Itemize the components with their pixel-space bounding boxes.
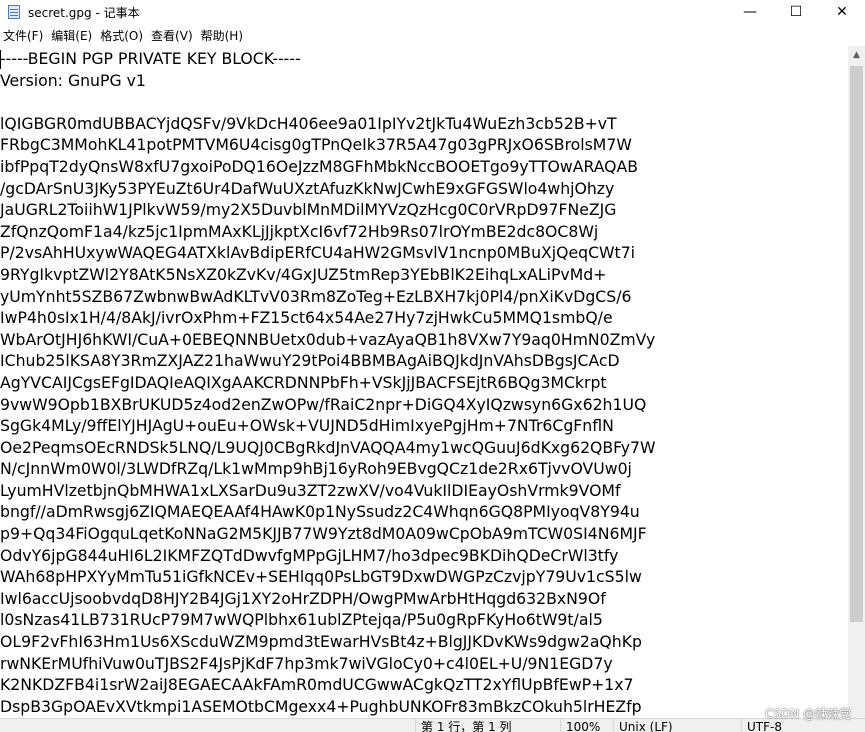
minimize-button[interactable]: —	[727, 0, 773, 24]
menu-bar: 文件(F) 编辑(E) 格式(O) 查看(V) 帮助(H)	[0, 24, 865, 46]
editor-line: OL9F2vFhI63Hm1Us6XScduWZM9pmd3tEwarHVsBt…	[0, 632, 642, 652]
menu-view[interactable]: 查看(V)	[148, 27, 196, 44]
text-editor[interactable]: -----BEGIN PGP PRIVATE KEY BLOCK----- Ver…	[0, 46, 848, 718]
editor-line: ZfQnzQomF1a4/kz5jc1IpmMAxKLjJjkptXcI6vf7…	[0, 221, 599, 241]
editor-line: WbArOtJHJ6hKWI/CuA+0EBEQNNBUetx0dub+vazA…	[0, 329, 656, 349]
editor-line: yUmYnht5SZB67ZwbnwBwAdKLTvV03Rm8ZoTeg+Ez…	[0, 286, 632, 306]
title-bar[interactable]: secret.gpg - 记事本 — ☐ ✕	[0, 0, 865, 24]
line-ending: Unix (LF)	[613, 719, 673, 732]
editor-line: -----BEGIN PGP PRIVATE KEY BLOCK-----	[0, 49, 301, 68]
editor-line: IChub25lKSA8Y3RmZXJAZ21haWwuY29tPoi4BBMB…	[0, 351, 620, 371]
editor-line: OdvY6jpG844uHI6L2IKMFZQTdDwvfgMPpGjLHM7/…	[0, 545, 619, 565]
menu-help[interactable]: 帮助(H)	[198, 27, 246, 44]
editor-line: LyumHVlzetbjnQbMHWA1xLXSarDu9u3ZT2zwXV/v…	[0, 480, 621, 500]
editor-line: 9RYgIkvptZWl2Y8AtK5NsXZ0kZvKv/4GxJUZ5tmR…	[0, 264, 607, 284]
editor-line: /gcDArSnU3JKy53PYEuZt6Ur4DafWuUXztAfuzKk…	[0, 178, 615, 198]
editor-line: K2NKDZFB4i1srW2aiJ8EGAECAAkFAmR0mdUCGwwA…	[0, 675, 634, 695]
text-caret	[0, 50, 1, 69]
editor-content[interactable]: -----BEGIN PGP PRIVATE KEY BLOCK----- Ver…	[0, 46, 848, 717]
zoom-level: 100%	[560, 719, 600, 732]
status-bar: 第 1 行，第 1 列 100% Unix (LF) UTF-8	[0, 718, 865, 732]
editor-line: bngf//aDmRwsgj6ZIQMAEQEAAf4HAwK0p1NySsud…	[0, 502, 640, 522]
close-button[interactable]: ✕	[819, 0, 865, 24]
editor-line: JaUGRL2ToiihW1JPlkvW59/my2X5DuvblMnMDilM…	[0, 200, 617, 220]
editor-line: lQIGBGR0mdUBBACYjdQSFv/9VkDcH406ee9a01Ip…	[0, 113, 617, 133]
vertical-scrollbar[interactable]: ▲	[848, 46, 865, 718]
editor-line: Oe2PeqmsOEcRNDSk5LNQ/L9UQJ0CBgRkdJnVAQQA…	[0, 437, 656, 457]
editor-line: Iwl6accUjsoobvdqD8HJY2B4JGj1XY2oHrZDPH/O…	[0, 588, 606, 608]
editor-line: 9vwW9Opb1BXBrUKUD5z4od2enZwOPw/fRaiC2npr…	[0, 394, 647, 414]
menu-file[interactable]: 文件(F)	[0, 27, 46, 44]
editor-line: WAh68pHPXYyMmTu51iGfkNCEv+SEHlqq0PsLbGT9…	[0, 567, 642, 587]
editor-line: DspB3GpOAEvXVtkmpi1ASEMOtbCMgexx4+PughbU…	[0, 696, 642, 716]
editor-line: IwP4h0sIx1H/4/8AkJ/ivrOxPhm+FZ15ct64x54A…	[0, 308, 613, 328]
notepad-icon	[6, 4, 22, 20]
editor-line: N/cJnnWm0W0l/3LWDfRZq/Lk1wMmp9hBj16yRoh9…	[0, 459, 632, 479]
scroll-up-icon[interactable]: ▲	[848, 46, 865, 63]
editor-line: p9+Qq34FiOgquLqetKoNNaG2M5KJJB77W9Yzt8dM…	[0, 524, 647, 544]
editor-line: rwNKErMUfhiVuw0uTJBS2F4JsPjKdF7hp3mk7wiV…	[0, 653, 613, 673]
cursor-position: 第 1 行，第 1 列	[415, 719, 512, 732]
window-controls: — ☐ ✕	[727, 0, 865, 24]
editor-line: SgGk4MLy/9ffElYJHJAgU+ouEu+OWsk+VUJND5dH…	[0, 416, 614, 436]
editor-line: FRbgC3MMohKL41potPMTVM6U4cisg0gTPnQeIk37…	[0, 135, 632, 155]
maximize-button[interactable]: ☐	[773, 0, 819, 24]
menu-format[interactable]: 格式(O)	[97, 27, 146, 44]
editor-line: Version: GnuPG v1	[0, 70, 146, 90]
menu-edit[interactable]: 编辑(E)	[48, 27, 95, 44]
scrollbar-thumb[interactable]	[850, 66, 863, 622]
editor-line: AgYVCAIJCgsEFgIDAQIeAQIXgAAKCRDNNPbFh+VS…	[0, 372, 607, 392]
window-title: secret.gpg - 记事本	[28, 5, 140, 20]
editor-line: ibfPpqT2dyQnsW8xfU7gxoiPoDQ16OeJzzM8GFhM…	[0, 156, 638, 176]
editor-line: l0sNzas41LB731RUcP79M7wWQPlbhx61ublZPtej…	[0, 610, 603, 630]
editor-line: P/2vsAhHUxywWAQEG4ATXklAvBdipERfCU4aHW2G…	[0, 243, 636, 263]
watermark: CSDN @辣辣党	[764, 707, 851, 721]
